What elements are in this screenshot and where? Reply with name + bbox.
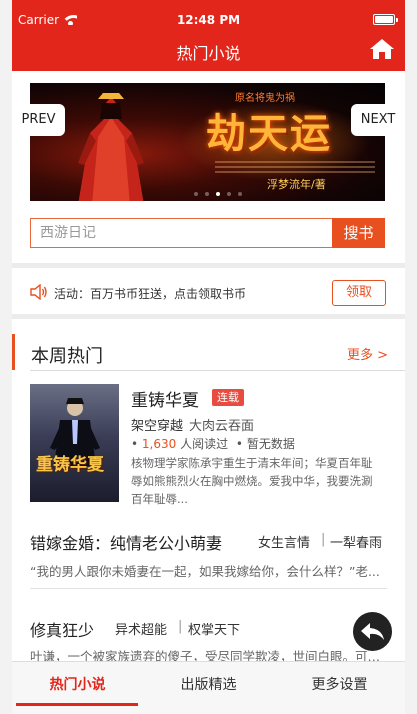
reads-prefix: •	[131, 437, 142, 451]
back-button[interactable]	[353, 612, 392, 651]
status-badge: 连载	[212, 389, 244, 406]
home-button[interactable]	[369, 38, 395, 60]
reads-suffix: 人阅读过	[176, 437, 229, 451]
search-input[interactable]: 西游日记	[30, 218, 332, 248]
carousel-dot[interactable]	[194, 192, 198, 196]
reads-count: 1,630	[141, 437, 177, 451]
section-accent-bar	[12, 334, 15, 370]
section-title: 本周热门	[31, 346, 103, 367]
carousel-dot[interactable]	[227, 192, 231, 196]
tab-more-settings[interactable]: 更多设置	[274, 674, 405, 694]
tab-publishing-picks[interactable]: 出版精选	[143, 674, 274, 694]
prev-button[interactable]: PREV	[12, 104, 65, 136]
app-screen: Carrier 12:48 PM 热门小说 原名将鬼为祸 劫天运 浮梦流年/著 …	[12, 0, 405, 714]
list-item-author: 权掌天下	[188, 623, 241, 638]
list-item-description: “我的男人跟你未婚妻在一起，如果我嫁给你，会什么样？”老...	[30, 564, 380, 579]
book-stats: • 1,630 人阅读过 • 暂无数据	[131, 435, 295, 452]
banner-carousel[interactable]: 原名将鬼为祸 劫天运 浮梦流年/著	[30, 83, 385, 201]
status-bar: Carrier 12:48 PM	[12, 0, 405, 38]
list-item-title[interactable]: 错嫁金婚：纯情老公小萌妻	[30, 530, 222, 554]
list-item-title[interactable]: 修真狂少	[30, 617, 94, 641]
reply-icon	[361, 623, 384, 640]
nav-bar: 热门小说	[12, 38, 405, 71]
next-button[interactable]: NEXT	[351, 104, 405, 136]
list-item-separator: |	[321, 532, 326, 547]
list-item-genre: 异术超能	[115, 623, 168, 638]
tab-hot-novels[interactable]: 热门小说	[12, 674, 143, 694]
promo-notice: 活动：百万书币狂送，点击领取书币 领取	[30, 277, 390, 309]
banner-title: 劫天运	[206, 110, 332, 157]
divider	[12, 314, 405, 319]
book-cover[interactable]: 重铸华夏	[30, 384, 119, 502]
battery-icon	[373, 14, 398, 25]
page-title: 热门小说	[176, 44, 241, 63]
carousel-dots	[194, 192, 242, 196]
cover-title: 重铸华夏	[36, 455, 104, 475]
status-time: 12:48 PM	[176, 13, 241, 27]
claim-button[interactable]: 领取	[332, 280, 386, 306]
carousel-dot[interactable]	[205, 192, 209, 196]
book-title[interactable]: 重铸华夏	[131, 386, 199, 411]
book-meta: 架空穿越 大肉云吞面	[131, 415, 254, 434]
list-item-separator: |	[178, 619, 183, 634]
book-description: 核物理学家陈承宇重生于清末年间；华夏百年耻辱如熊熊烈火在胸中燃烧。爱我中华，我要…	[131, 456, 373, 506]
book-category: 架空穿越	[131, 419, 184, 434]
home-icon	[370, 39, 394, 59]
tab-bar: 热门小说 出版精选 更多设置	[12, 661, 405, 714]
carousel-dot[interactable]	[238, 192, 242, 196]
divider	[30, 588, 387, 589]
banner-figure-image	[78, 93, 144, 201]
active-tab-indicator	[16, 703, 138, 706]
rating-text: • 暂无数据	[235, 437, 295, 451]
divider	[30, 370, 405, 371]
list-item-genre: 女生言情	[258, 536, 311, 551]
banner-subtitle-lines	[215, 161, 375, 173]
more-link[interactable]: 更多 >	[347, 344, 388, 363]
book-author: 大肉云吞面	[189, 419, 255, 434]
list-item-author: 一犁春雨	[330, 536, 383, 551]
banner-author: 浮梦流年/著	[267, 178, 326, 191]
divider	[12, 263, 405, 268]
carousel-dot[interactable]	[216, 192, 220, 196]
speaker-icon	[30, 284, 47, 300]
notice-text: 活动：百万书币狂送，点击领取书币	[54, 287, 247, 301]
search-button[interactable]: 搜书	[332, 218, 385, 248]
